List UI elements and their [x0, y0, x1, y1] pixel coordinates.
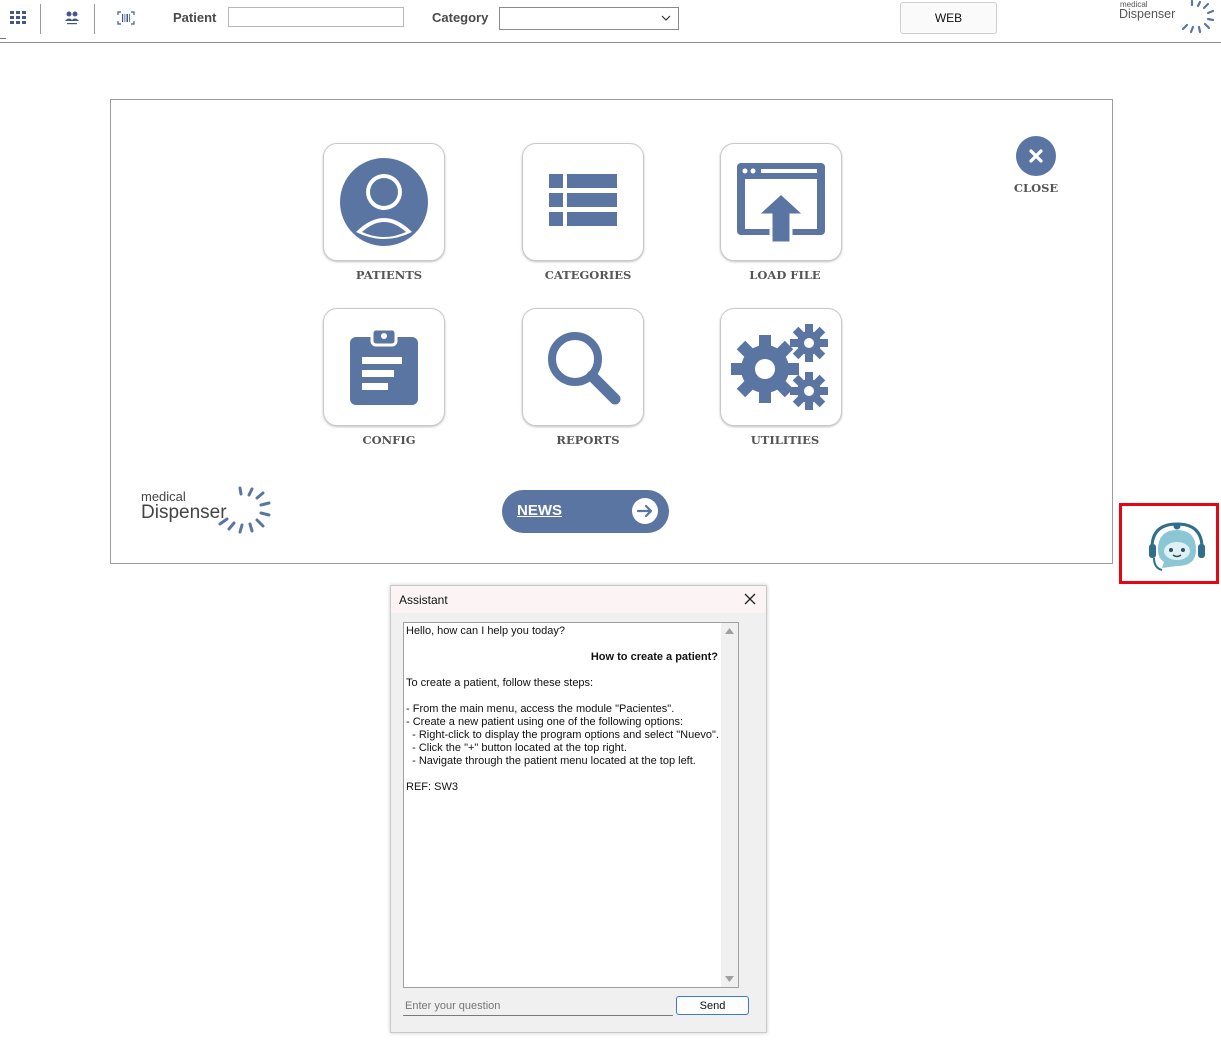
answer-line: To create a patient, follow these steps:	[406, 677, 594, 689]
news-button[interactable]: NEWS	[502, 490, 669, 533]
dialog-titlebar: Assistant	[391, 586, 766, 613]
main-menu-panel: PATIENTS CATEGORIES LOAD FILE CONFIG REP…	[110, 99, 1113, 564]
answer-line: - Navigate through the patient menu loca…	[406, 755, 696, 767]
toolbar-edge-mark	[0, 38, 6, 39]
answer-line: - From the main menu, access the module …	[406, 703, 675, 715]
question-input[interactable]	[403, 996, 673, 1016]
load-file-tile[interactable]	[720, 143, 842, 261]
web-button[interactable]: WEB	[900, 2, 997, 34]
barcode-scan-icon[interactable]	[115, 8, 137, 28]
assistant-dialog: Assistant Hello, how can I help you toda…	[390, 585, 767, 1033]
utilities-tile[interactable]	[720, 308, 842, 426]
robot-assistant-icon	[1149, 522, 1205, 571]
gears-icon	[731, 324, 828, 410]
assistant-bot-button[interactable]	[1119, 503, 1219, 584]
toolbar-divider	[94, 4, 95, 34]
medical-dispenser-logo: medical Dispenser	[139, 485, 279, 545]
user-question: How to create a patient?	[590, 651, 718, 663]
list-icon	[549, 174, 617, 226]
patients-label: PATIENTS	[355, 268, 423, 282]
config-tile[interactable]	[323, 308, 445, 426]
categories-tile[interactable]	[522, 143, 644, 261]
upload-window-icon	[737, 163, 825, 245]
category-label: Category	[432, 10, 489, 25]
chevron-down-icon	[660, 11, 672, 30]
reports-tile[interactable]	[522, 308, 644, 426]
grid-icon[interactable]	[7, 8, 29, 28]
patient-input[interactable]	[228, 7, 404, 27]
chat-transcript[interactable]: Hello, how can I help you today? How to …	[403, 622, 739, 988]
patient-label: Patient	[173, 10, 217, 25]
dialog-title: Assistant	[399, 593, 448, 607]
chat-scrollbar[interactable]	[721, 623, 738, 987]
answer-line: - Click the "+" button located at the to…	[406, 742, 627, 754]
user-icon	[340, 158, 428, 246]
answer-line: - Create a new patient using one of the …	[406, 716, 684, 728]
send-button[interactable]: Send	[676, 996, 749, 1015]
scroll-up-icon[interactable]	[724, 626, 735, 636]
toolbar-divider	[40, 4, 41, 34]
logo-rays-icon	[1181, 0, 1215, 34]
assistant-greeting: Hello, how can I help you today?	[406, 625, 565, 637]
close-icon	[1029, 149, 1043, 163]
answer-line: - Right-click to display the program opt…	[406, 729, 719, 741]
clipboard-icon	[350, 327, 418, 405]
patients-tile[interactable]	[323, 143, 445, 261]
search-icon	[548, 332, 621, 405]
top-toolbar: Patient Category WEB medical Dispenser	[0, 0, 1221, 43]
scroll-down-icon[interactable]	[724, 974, 735, 984]
close-button[interactable]	[1016, 136, 1056, 176]
config-label: CONFIG	[362, 433, 416, 447]
load-file-label: LOAD FILE	[749, 268, 821, 282]
answer-line: REF: SW3	[406, 781, 458, 793]
users-switch-icon[interactable]	[61, 8, 83, 28]
reports-label: REPORTS	[556, 433, 620, 447]
arrow-right-circle-icon	[632, 498, 658, 524]
category-select[interactable]	[499, 7, 679, 30]
utilities-label: UTILITIES	[750, 433, 820, 447]
close-icon[interactable]	[742, 591, 758, 607]
medical-dispenser-logo: medical Dispenser	[1118, 0, 1218, 40]
logo-rays-icon	[218, 486, 271, 534]
news-label: NEWS	[517, 502, 562, 519]
categories-label: CATEGORIES	[544, 268, 632, 282]
close-label: CLOSE	[1013, 181, 1059, 195]
